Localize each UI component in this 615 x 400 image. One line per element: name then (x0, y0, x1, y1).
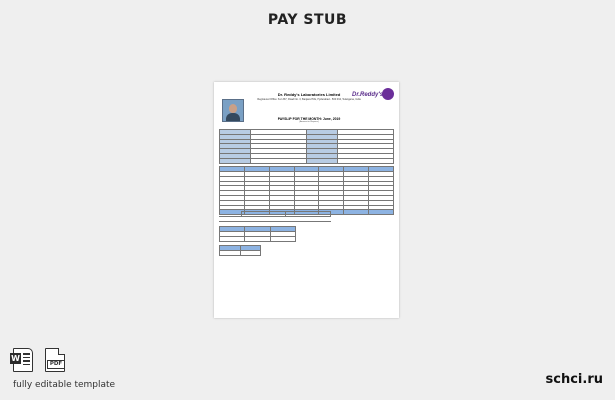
pay-stub-document: Dr. Reddy's Laboratories Limited Registe… (214, 82, 399, 318)
net-pay-summary (219, 211, 331, 222)
template-tagline: fully editable template (13, 380, 116, 390)
slip-subtitle: (Amount in Rupees) (299, 121, 319, 123)
pdf-file-icon: PDF (45, 348, 65, 372)
word-file-icon: W (10, 348, 33, 372)
company-address: Registered Office: 8-2-337, Road No. 3, … (257, 98, 361, 101)
company-name: Dr. Reddy's Laboratories Limited (277, 92, 341, 97)
page-title: PAY STUB (267, 12, 348, 28)
logo-mark-icon (382, 88, 394, 100)
earnings-deductions-table (219, 166, 394, 216)
employee-info-table (218, 129, 394, 164)
site-name[interactable]: schci.ru (546, 372, 603, 387)
employee-photo (222, 99, 244, 122)
photo-face (229, 104, 237, 113)
company-logo: Dr.Reddy's (352, 92, 384, 98)
pf-table (218, 226, 297, 242)
photo-shirt (226, 113, 240, 121)
leave-table (219, 245, 261, 256)
